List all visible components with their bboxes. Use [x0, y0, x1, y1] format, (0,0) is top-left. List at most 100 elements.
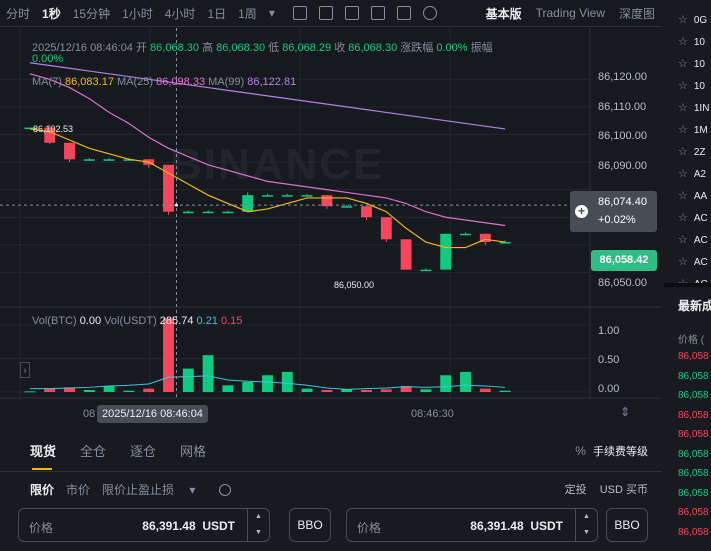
- symbol-name: 2Z: [693, 147, 706, 158]
- layout-icon[interactable]: [370, 6, 385, 20]
- volume-bar: [420, 389, 432, 392]
- indicator-icon[interactable]: [318, 6, 333, 20]
- interval-1h[interactable]: 1小时: [116, 5, 159, 22]
- symbol-name: AA: [693, 191, 708, 202]
- star-icon[interactable]: ☆: [678, 212, 688, 224]
- star-icon[interactable]: ☆: [678, 80, 688, 92]
- interval-1d[interactable]: 1日: [201, 5, 232, 22]
- star-icon[interactable]: ☆: [678, 14, 688, 26]
- drawing-tools-icon[interactable]: [422, 6, 437, 20]
- candles: [24, 124, 511, 272]
- order-type-stop-limit[interactable]: 限价止盈止损 ▾: [102, 481, 207, 498]
- crosshair-price-tag[interactable]: + 86,074.40 +0.02%: [570, 191, 657, 232]
- symbol-name: AC: [693, 235, 708, 246]
- symbol-list-item[interactable]: ☆ AC: [678, 211, 708, 224]
- symbol-name: AC: [693, 213, 708, 224]
- sell-price-input[interactable]: 价格 86,391.48 USDT ▲ ▼: [346, 508, 598, 542]
- legend-vol-a: 0.21: [196, 315, 218, 327]
- volume-bar: [440, 375, 452, 392]
- star-icon[interactable]: ☆: [678, 36, 688, 48]
- interval-1s[interactable]: 1秒: [36, 5, 67, 22]
- symbol-name: 10: [693, 81, 705, 92]
- chart-panel[interactable]: 分时 1秒 15分钟 1小时 4小时 1日 1周 ▾ 基本版 Trading V…: [0, 0, 662, 428]
- percent-icon: %: [575, 444, 586, 458]
- volume-bar: [24, 391, 36, 393]
- interval-timeline[interactable]: 分时: [0, 5, 36, 22]
- view-depth[interactable]: 深度图: [612, 5, 662, 22]
- symbol-name: A2: [693, 169, 707, 180]
- symbol-list-item[interactable]: ☆ AC: [678, 255, 708, 268]
- legend-low-label: 低: [268, 42, 280, 54]
- view-tradingview[interactable]: Trading View: [529, 6, 612, 20]
- trade-row: 86,058: [678, 370, 709, 382]
- volume-bar: [460, 371, 471, 392]
- trade-row: 86,058: [678, 487, 709, 499]
- tab-cross[interactable]: 全仓: [80, 441, 106, 460]
- calendar-icon[interactable]: [292, 6, 307, 20]
- order-type-limit[interactable]: 限价: [30, 481, 54, 498]
- star-icon[interactable]: ☆: [678, 146, 688, 158]
- buy-price-input[interactable]: 价格 86,391.48 USDT ▲ ▼: [18, 508, 270, 542]
- symbol-list-item[interactable]: ☆ 0G: [678, 13, 707, 26]
- bbo-button-buy[interactable]: BBO: [289, 508, 331, 542]
- legend-vol-usdt: 285.74: [159, 315, 194, 327]
- symbol-list-item[interactable]: ☆ 1IN: [678, 101, 709, 114]
- reset-scale-icon[interactable]: ⇕: [618, 405, 632, 419]
- star-icon[interactable]: ☆: [678, 256, 688, 268]
- settings-icon[interactable]: [396, 6, 411, 20]
- trade-row: 86,058: [678, 390, 709, 401]
- star-icon[interactable]: ☆: [678, 102, 688, 114]
- right-panel: ☆0G☆10☆10☆10☆1IN☆1M☆2Z☆A2☆AA☆AC☆AC☆AC☆AC…: [664, 0, 711, 551]
- symbol-list-item[interactable]: ☆ AA: [678, 189, 707, 202]
- candle-body: [103, 159, 115, 161]
- symbol-name: 10: [693, 37, 705, 48]
- add-alert-icon[interactable]: +: [575, 205, 588, 218]
- tab-isolated[interactable]: 逐仓: [130, 441, 156, 460]
- star-icon[interactable]: ☆: [678, 168, 688, 180]
- price-stepper[interactable]: ▲ ▼: [247, 509, 269, 541]
- interval-4h[interactable]: 4小时: [159, 5, 202, 22]
- symbol-list-item[interactable]: ☆ 10: [678, 35, 705, 48]
- symbol-list-item[interactable]: ☆ 10: [678, 79, 705, 92]
- candle-body: [202, 211, 214, 214]
- order-panel: 现货 全仓 逐仓 网格 % 手续费等级 限价 市价 限价止盈止损 ▾ 定投 US…: [0, 430, 662, 551]
- view-basic[interactable]: 基本版: [479, 5, 529, 22]
- bbo-button-sell[interactable]: BBO: [606, 508, 648, 542]
- legend-high: 86,068.30: [216, 42, 266, 54]
- legend-ma99-label: MA(99): [208, 76, 245, 88]
- candle-body: [380, 217, 392, 240]
- symbol-list-item[interactable]: ☆ 2Z: [678, 145, 706, 158]
- symbol-list-item[interactable]: ☆ 10: [678, 57, 705, 70]
- star-icon[interactable]: ☆: [678, 124, 688, 136]
- recent-trades-title[interactable]: 最新成: [678, 297, 711, 314]
- volume-bar: [222, 385, 234, 392]
- info-icon[interactable]: [219, 483, 232, 496]
- usd-buy-link[interactable]: USD 买币: [600, 484, 648, 496]
- volume-bar: [242, 381, 254, 392]
- time-axis-label-partial: 08: [83, 408, 96, 420]
- expand-icon[interactable]: ›: [20, 362, 30, 378]
- star-icon[interactable]: ☆: [678, 190, 688, 202]
- interval-15m[interactable]: 15分钟: [67, 5, 116, 22]
- time-axis-label: 08:46:30: [411, 408, 454, 420]
- candle-body: [281, 195, 293, 197]
- candle-body: [499, 242, 511, 244]
- tab-spot[interactable]: 现货: [30, 441, 56, 470]
- candle-body: [182, 211, 194, 214]
- symbol-list-item[interactable]: ☆ A2: [678, 167, 706, 180]
- order-type-market[interactable]: 市价: [66, 481, 90, 498]
- recurring-buy-link[interactable]: 定投: [565, 484, 587, 496]
- candle-type-icon[interactable]: [344, 6, 359, 20]
- symbol-list-item[interactable]: ☆ 1M: [678, 123, 708, 136]
- candle-body: [262, 195, 273, 197]
- candle-body: [83, 159, 95, 161]
- fee-level-link[interactable]: % 手续费等级: [575, 443, 648, 459]
- interval-1w[interactable]: 1周: [232, 5, 263, 22]
- star-icon[interactable]: ☆: [678, 234, 688, 246]
- tab-grid[interactable]: 网格: [180, 441, 206, 460]
- star-icon[interactable]: ☆: [678, 58, 688, 70]
- symbol-list-item[interactable]: ☆ AC: [678, 233, 708, 246]
- order-types: 限价 市价 限价止盈止损 ▾: [30, 481, 243, 498]
- price-stepper[interactable]: ▲ ▼: [575, 509, 597, 541]
- interval-dropdown-icon[interactable]: ▾: [263, 6, 281, 20]
